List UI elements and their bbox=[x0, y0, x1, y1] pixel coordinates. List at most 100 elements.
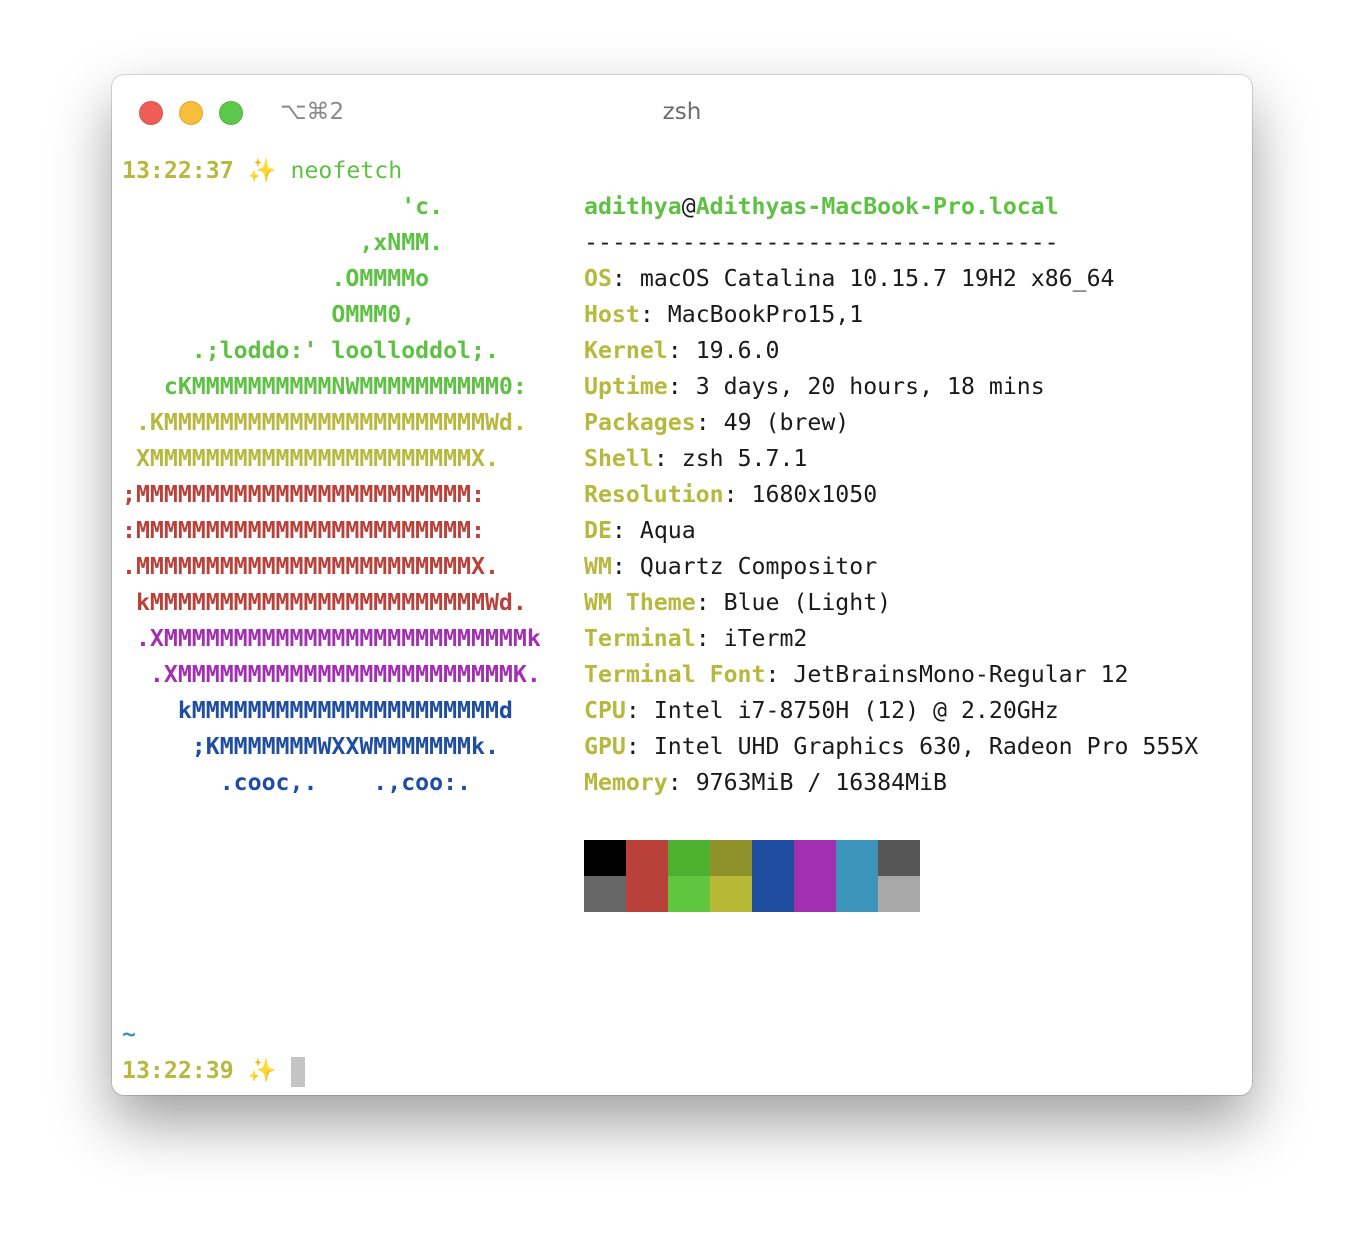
info-value: Blue (Light) bbox=[723, 589, 892, 616]
info-colon: : bbox=[611, 265, 626, 292]
info-colon: : bbox=[667, 337, 682, 364]
info-colon: : bbox=[625, 697, 640, 724]
info-row-host: Host: MacBookPro15,1 bbox=[584, 297, 1198, 333]
info-label: Packages bbox=[584, 409, 696, 436]
logo-line: .KMMMMMMMMMMMMMMMMMMMMMMMWd. bbox=[122, 409, 527, 436]
logo-line: .cooc,. .,coo:. bbox=[122, 769, 472, 796]
info-label: GPU bbox=[584, 733, 626, 760]
system-info: adithya@Adithyas-MacBook-Pro.local -----… bbox=[584, 189, 1198, 801]
info-value: 49 (brew) bbox=[723, 409, 850, 436]
info-colon: : bbox=[667, 769, 682, 796]
logo-line: ,xNMM. bbox=[122, 229, 444, 256]
info-colon: : bbox=[765, 661, 780, 688]
sparkles-icon: ✨ bbox=[247, 157, 277, 184]
info-row-kernel: Kernel: 19.6.0 bbox=[584, 333, 1198, 369]
color-swatch bbox=[794, 840, 836, 876]
info-colon: : bbox=[639, 301, 654, 328]
info-colon: : bbox=[667, 373, 682, 400]
color-swatch bbox=[626, 876, 668, 912]
logo-line: .OMMMMo bbox=[122, 265, 430, 292]
info-value: Aqua bbox=[639, 517, 696, 544]
info-colon: : bbox=[695, 625, 710, 652]
prompt-line-2: 13:22:39 ✨ bbox=[122, 1053, 541, 1089]
info-at: @ bbox=[681, 193, 696, 220]
color-swatch bbox=[752, 876, 794, 912]
info-row-cpu: CPU: Intel i7-8750H (12) @ 2.20GHz bbox=[584, 693, 1198, 729]
info-colon: : bbox=[625, 733, 640, 760]
info-label: Terminal bbox=[584, 625, 696, 652]
window-title: zsh bbox=[662, 99, 702, 125]
cwd: ~ bbox=[122, 1021, 136, 1048]
info-separator: ---------------------------------- bbox=[584, 229, 1059, 256]
logo-line: :MMMMMMMMMMMMMMMMMMMMMMMM: bbox=[122, 517, 485, 544]
info-label: Host bbox=[584, 301, 640, 328]
color-swatch bbox=[710, 876, 752, 912]
prompt-command: neofetch bbox=[290, 157, 403, 184]
info-label: Kernel bbox=[584, 337, 668, 364]
title-bar: ⌥⌘2 zsh bbox=[112, 75, 1252, 151]
info-colon: : bbox=[695, 589, 710, 616]
info-row-os: OS: macOS Catalina 10.15.7 19H2 x86_64 bbox=[584, 261, 1198, 297]
info-label: Resolution bbox=[584, 481, 724, 508]
info-row-packages: Packages: 49 (brew) bbox=[584, 405, 1198, 441]
info-label: WM Theme bbox=[584, 589, 696, 616]
info-row-wm: WM: Quartz Compositor bbox=[584, 549, 1198, 585]
logo-line: OMMM0, bbox=[122, 301, 416, 328]
info-row-uptime: Uptime: 3 days, 20 hours, 18 mins bbox=[584, 369, 1198, 405]
logo-line: ;KMMMMMMMWXXWMMMMMMMk. bbox=[122, 733, 499, 760]
info-header: adithya@Adithyas-MacBook-Pro.local bbox=[584, 189, 1198, 225]
info-value: 19.6.0 bbox=[695, 337, 780, 364]
terminal-content[interactable]: 13:22:37 ✨ neofetch 'c. ,xNMM. .OMMMMo O… bbox=[122, 153, 541, 1089]
color-swatch bbox=[668, 840, 710, 876]
info-value: 9763MiB / 16384MiB bbox=[695, 769, 947, 796]
logo-line: kMMMMMMMMMMMMMMMMMMMMMMMMWd. bbox=[122, 589, 527, 616]
info-label: WM bbox=[584, 553, 612, 580]
info-label: Uptime bbox=[584, 373, 668, 400]
info-user: adithya bbox=[584, 193, 682, 220]
logo-line: ;MMMMMMMMMMMMMMMMMMMMMMMM: bbox=[122, 481, 485, 508]
info-value: 3 days, 20 hours, 18 mins bbox=[695, 373, 1045, 400]
sparkles-icon: ✨ bbox=[247, 1057, 277, 1084]
info-value: Intel i7-8750H (12) @ 2.20GHz bbox=[653, 697, 1059, 724]
palette-bright-row bbox=[584, 876, 920, 912]
text-cursor[interactable] bbox=[290, 1056, 305, 1087]
info-colon: : bbox=[611, 553, 626, 580]
color-swatch bbox=[794, 876, 836, 912]
color-swatch bbox=[710, 840, 752, 876]
info-colon: : bbox=[723, 481, 738, 508]
info-label: DE bbox=[584, 517, 612, 544]
info-label: Shell bbox=[584, 445, 654, 472]
logo-line: .XMMMMMMMMMMMMMMMMMMMMMMMMMMk bbox=[122, 625, 541, 652]
logo-ascii-art: 'c. ,xNMM. .OMMMMo OMMM0, .;loddo:' lool… bbox=[122, 189, 541, 801]
logo-line: .XMMMMMMMMMMMMMMMMMMMMMMMMK. bbox=[122, 661, 541, 688]
info-value: zsh 5.7.1 bbox=[681, 445, 808, 472]
blank-space bbox=[122, 801, 541, 1017]
info-colon: : bbox=[653, 445, 668, 472]
info-row-gpu: GPU: Intel UHD Graphics 630, Radeon Pro … bbox=[584, 729, 1198, 765]
info-row-wm-theme: WM Theme: Blue (Light) bbox=[584, 585, 1198, 621]
info-host: Adithyas-MacBook-Pro.local bbox=[695, 193, 1059, 220]
logo-line: kMMMMMMMMMMMMMMMMMMMMMMd bbox=[122, 697, 513, 724]
info-label: OS bbox=[584, 265, 612, 292]
color-swatch bbox=[584, 876, 626, 912]
color-swatch bbox=[836, 840, 878, 876]
terminal-window: ⌥⌘2 zsh 13:22:37 ✨ neofetch 'c. ,xNMM. .… bbox=[112, 75, 1252, 1095]
info-label: Memory bbox=[584, 769, 668, 796]
info-value: iTerm2 bbox=[723, 625, 808, 652]
logo-line: .MMMMMMMMMMMMMMMMMMMMMMMMX. bbox=[122, 553, 499, 580]
color-swatch bbox=[836, 876, 878, 912]
palette-normal-row bbox=[584, 840, 920, 876]
color-swatch bbox=[878, 840, 920, 876]
info-row-terminal-font: Terminal Font: JetBrainsMono-Regular 12 bbox=[584, 657, 1198, 693]
logo-line: 'c. bbox=[122, 193, 444, 220]
info-colon: : bbox=[695, 409, 710, 436]
logo-line: cKMMMMMMMMMMNWMMMMMMMMMM0: bbox=[122, 373, 527, 400]
info-value: macOS Catalina 10.15.7 19H2 x86_64 bbox=[639, 265, 1115, 292]
prompt-line: 13:22:37 ✨ neofetch bbox=[122, 153, 541, 189]
info-colon: : bbox=[611, 517, 626, 544]
info-value: 1680x1050 bbox=[751, 481, 878, 508]
info-label: Terminal Font bbox=[584, 661, 766, 688]
color-swatch bbox=[668, 876, 710, 912]
info-value: Intel UHD Graphics 630, Radeon Pro 555X bbox=[653, 733, 1199, 760]
color-swatch bbox=[878, 876, 920, 912]
